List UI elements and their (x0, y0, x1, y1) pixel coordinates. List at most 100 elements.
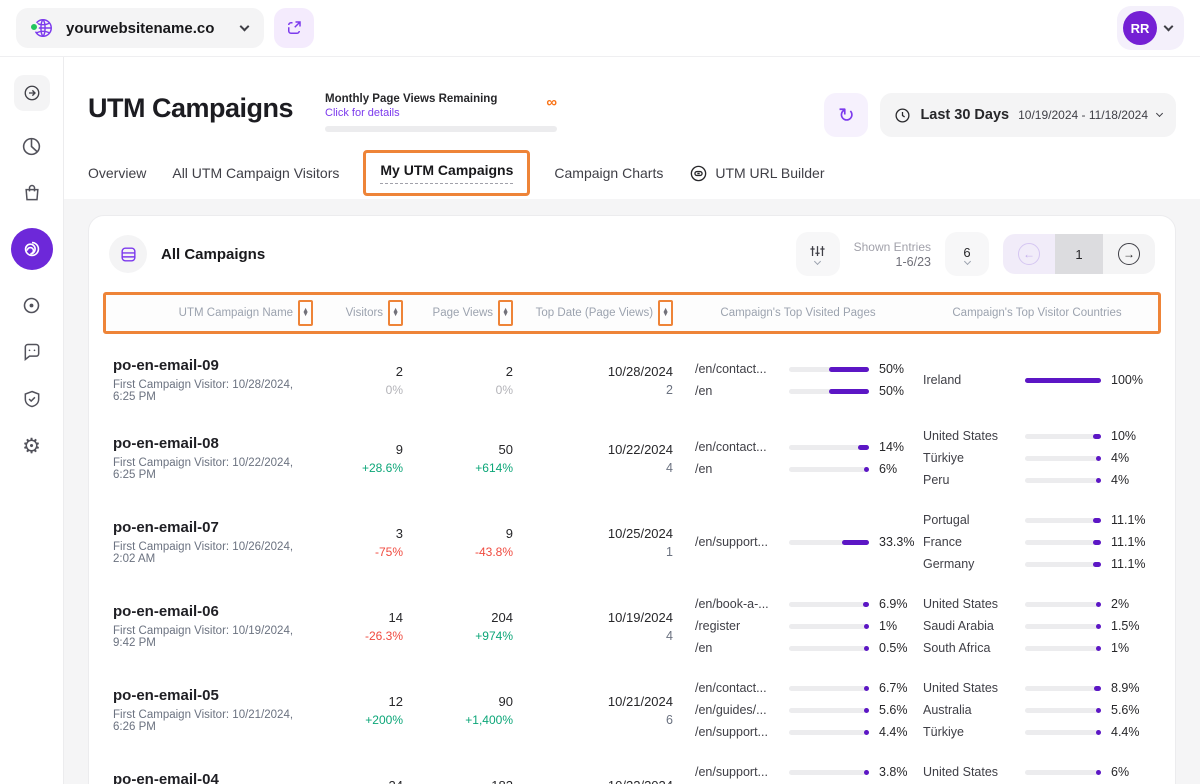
avatar: RR (1123, 11, 1157, 45)
progress-track (789, 770, 869, 775)
page-views-change: +974% (403, 629, 513, 643)
column-page-views[interactable]: Page Views ▲▼ (403, 300, 513, 326)
top-page-label: /en (695, 384, 783, 398)
column-visitors[interactable]: Visitors ▲▼ (313, 300, 403, 326)
column-utm-campaign-name[interactable]: UTM Campaign Name ▲▼ (113, 300, 313, 326)
top-page-label: /en/guides/... (695, 703, 783, 717)
top-country-list: United States6%Germany3.8%South Africa1.… (923, 765, 1151, 784)
top-page-percent: 14% (879, 440, 904, 454)
tab-bar: Overview All UTM Campaign Visitors My UT… (64, 137, 1200, 199)
focus-icon[interactable] (20, 293, 44, 317)
gear-icon[interactable]: ⚙ (20, 434, 44, 458)
campaigns-card: All Campaigns Shown Entries 1-6/23 6 (88, 215, 1176, 784)
tab-overview[interactable]: Overview (88, 165, 146, 181)
table-row[interactable]: po-en-email-07First Campaign Visitor: 10… (113, 500, 1151, 584)
page-views-value: 9 (403, 526, 513, 541)
top-country-percent: 4% (1111, 473, 1129, 487)
top-country-percent: 4% (1111, 451, 1129, 465)
progress-fill (858, 445, 869, 450)
top-page-percent: 6.9% (879, 597, 908, 611)
page-views-cell: 90+1,400% (403, 694, 513, 727)
page-views-value: 90 (403, 694, 513, 709)
top-country-item: United States6% (923, 765, 1151, 779)
external-link-icon (285, 19, 303, 37)
top-date-views: 1 (513, 545, 673, 559)
progress-track (1025, 708, 1101, 713)
top-page-list: /en/contact... 14% /en6% (673, 440, 923, 476)
top-country-label: Türkiye (923, 451, 1019, 465)
table-row[interactable]: po-en-email-04First Campaign Visitor: 10… (113, 752, 1151, 784)
date-range-picker[interactable]: Last 30 Days 10/19/2024 - 11/18/2024 (880, 93, 1176, 137)
page-size-selector[interactable]: 6 (945, 232, 989, 276)
top-country-item: South Africa1% (923, 641, 1151, 655)
refresh-button[interactable]: ↻ (824, 93, 868, 137)
chat-icon[interactable] (20, 340, 44, 364)
infinity-icon: ∞ (546, 93, 557, 110)
shopping-bag-icon[interactable] (20, 181, 44, 205)
top-page-item: /en/guides/...5.6% (673, 703, 923, 717)
table-row[interactable]: po-en-email-08First Campaign Visitor: 10… (113, 416, 1151, 500)
utm-spiral-icon[interactable] (11, 228, 53, 270)
sort-icon[interactable]: ▲▼ (388, 300, 403, 326)
progress-fill (829, 367, 869, 372)
progress-fill (1096, 646, 1101, 651)
progress-track (789, 467, 869, 472)
clock-icon (894, 107, 911, 124)
top-page-label: /en/contact... (695, 440, 783, 454)
first-campaign-visitor: First Campaign Visitor: 10/28/2024, 6:25… (113, 379, 313, 403)
table-row[interactable]: po-en-email-09 First Campaign Visitor: 10… (113, 344, 1151, 416)
next-page-button[interactable]: → (1103, 234, 1155, 274)
top-page-item: /register1% (673, 619, 923, 633)
progress-fill (863, 602, 869, 607)
tab-my-utm-campaigns[interactable]: My UTM Campaigns (363, 150, 530, 196)
tab-all-utm-campaign-visitors[interactable]: All UTM Campaign Visitors (172, 165, 339, 181)
sort-icon[interactable]: ▲▼ (498, 300, 513, 326)
campaign-name: po-en-email-09 (113, 357, 313, 374)
tab-utm-url-builder[interactable]: UTM URL Builder (689, 164, 824, 183)
sort-icon[interactable]: ▲▼ (298, 300, 313, 326)
top-country-percent: 11.1% (1111, 535, 1146, 549)
column-top-visitor-countries: Campaign's Top Visitor Countries (923, 307, 1151, 319)
first-campaign-visitor: First Campaign Visitor: 10/21/2024, 6:26… (113, 709, 313, 733)
top-country-percent: 11.1% (1111, 513, 1146, 527)
sort-icon[interactable]: ▲▼ (658, 300, 673, 326)
progress-track (1025, 540, 1101, 545)
top-page-item: /en6% (673, 462, 923, 476)
top-date-views: 6 (513, 713, 673, 727)
progress-track (1025, 562, 1101, 567)
progress-fill (842, 540, 869, 545)
pie-chart-icon[interactable] (20, 134, 44, 158)
top-date-value: 10/25/2024 (513, 526, 673, 541)
click-for-details-link[interactable]: Click for details (325, 107, 497, 119)
current-page[interactable]: 1 (1055, 234, 1103, 274)
top-page-list: /en/support...3.8%/en/support...2.7%/en/… (673, 765, 923, 784)
table-row[interactable]: po-en-email-06First Campaign Visitor: 10… (113, 584, 1151, 668)
tab-campaign-charts[interactable]: Campaign Charts (554, 165, 663, 181)
top-country-list: United States10%Türkiye4%Peru4% (923, 429, 1151, 487)
column-top-date[interactable]: Top Date (Page Views) ▲▼ (513, 300, 673, 326)
prev-page-button[interactable]: ← (1003, 234, 1055, 274)
top-country-percent: 5.6% (1111, 703, 1140, 717)
top-date-value: 10/28/2024 (513, 364, 673, 379)
user-menu[interactable]: RR (1117, 6, 1184, 50)
open-site-button[interactable] (274, 8, 314, 48)
visitors-value: 3 (313, 526, 403, 541)
top-date-value: 10/21/2024 (513, 694, 673, 709)
top-country-list: Portugal11.1%France11.1%Germany11.1% (923, 513, 1151, 571)
top-country-label: United States (923, 765, 1019, 779)
collapse-icon[interactable] (14, 75, 50, 111)
filter-button[interactable] (796, 232, 840, 276)
top-country-percent: 8.9% (1111, 681, 1140, 695)
top-page-item: /en/book-a-... 6.9% (673, 597, 923, 611)
top-bar: yourwebsitename.co RR (0, 0, 1200, 57)
shield-icon[interactable] (20, 387, 44, 411)
top-date-cell: 10/21/2024 6 (513, 694, 673, 727)
progress-track (1025, 378, 1101, 383)
page-header: UTM Campaigns Monthly Page Views Remaini… (64, 57, 1200, 137)
website-selector[interactable]: yourwebsitename.co (16, 8, 264, 48)
table-row[interactable]: po-en-email-05First Campaign Visitor: 10… (113, 668, 1151, 752)
top-page-label: /en/book-a-... (695, 597, 783, 611)
top-date-views: 4 (513, 461, 673, 475)
top-date-cell: 10/25/2024 1 (513, 526, 673, 559)
column-top-visited-pages: Campaign's Top Visited Pages (673, 307, 923, 319)
